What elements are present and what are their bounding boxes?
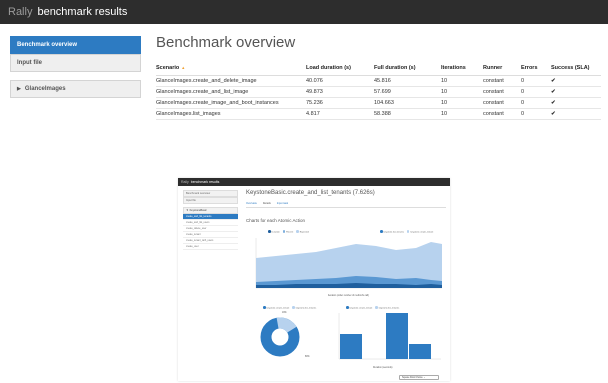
success-check-icon: ✔ [551, 86, 601, 98]
table-header-row: Scenario ▲ Load duration (s) Full duratio… [156, 61, 601, 76]
scenario-link[interactable]: GlanceImages.create_and_list_image [156, 86, 306, 98]
screenshot-tabs: Overview Details Input task [246, 202, 446, 208]
histogram-method-select: Square Root Choice ⌄ [399, 375, 439, 380]
iterations-cell: 10 [441, 75, 483, 87]
screenshot-brand: Rally [181, 180, 189, 184]
report-detail-screenshot: Rally benchmark results Benchmark overvi… [178, 178, 450, 381]
donut-legend: keystone.create_tenant keystone.list_ten… [263, 306, 316, 310]
success-check-icon: ✔ [551, 108, 601, 120]
column-header-load-duration[interactable]: Load duration (s) [306, 61, 374, 76]
runner-cell: constant [483, 75, 521, 87]
screenshot-scenario-title: KeystoneBasic.create_and_list_tenants (7… [246, 190, 375, 196]
iterations-cell: 10 [441, 97, 483, 109]
sidebar-group-label: GlanceImages [24, 86, 66, 92]
success-check-icon: ✔ [551, 75, 601, 87]
page-title: Benchmark overview [156, 34, 296, 51]
histogram-bar [386, 313, 408, 359]
sidebar-item-label: Benchmark overview [17, 42, 78, 48]
errors-cell: 0 [521, 86, 551, 98]
table-row[interactable]: GlanceImages.create_image_and_boot_insta… [156, 97, 601, 109]
duration-donut-chart [260, 317, 300, 357]
table-row[interactable]: GlanceImages.create_and_list_image 49.87… [156, 86, 601, 98]
screenshot-tab: Input task [276, 202, 288, 205]
screenshot-navbar: Rally benchmark results [178, 178, 450, 186]
table-row[interactable]: GlanceImages.create_and_delete_image 40.… [156, 75, 601, 87]
runner-cell: constant [483, 108, 521, 120]
runner-cell: constant [483, 97, 521, 109]
full-duration-cell: 57.699 [374, 86, 441, 98]
area-chart-legend-right: keystone.list_tenants keystone.create_te… [380, 230, 433, 234]
scenario-link[interactable]: GlanceImages.create_and_delete_image [156, 75, 306, 87]
runner-cell: constant [483, 86, 521, 98]
sidebar-item-input-file[interactable]: Input file [10, 54, 141, 72]
full-duration-cell: 104.663 [374, 97, 441, 109]
screenshot-sidebar-group: ▼ KeystoneBasic [183, 207, 238, 214]
main-content: Benchmark overview Scenario ▲ Load durati… [156, 34, 601, 120]
triangle-down-icon: ▼ [186, 209, 189, 212]
atomic-action-area-chart [255, 238, 442, 289]
column-header-errors[interactable]: Errors [521, 61, 551, 76]
screenshot-sidebar-subitem: create_user [183, 244, 238, 250]
sidebar-item-benchmark-overview[interactable]: Benchmark overview [10, 36, 141, 54]
errors-cell: 0 [521, 97, 551, 109]
screenshot-sidebar: Benchmark overview Input file ▼ KeystoneB… [183, 190, 238, 250]
column-header-success-sla[interactable]: Success (SLA) [551, 61, 601, 76]
screenshot-sidebar-item: Benchmark overview [183, 190, 238, 197]
area-chart-x-axis-label: Iteration (order number of method's call… [328, 295, 369, 297]
column-header-scenario[interactable]: Scenario ▲ [156, 61, 306, 76]
column-header-iterations[interactable]: Iterations [441, 61, 483, 76]
load-duration-cell: 49.873 [306, 86, 374, 98]
benchmark-table: Scenario ▲ Load duration (s) Full duratio… [156, 61, 601, 120]
errors-cell: 0 [521, 75, 551, 87]
load-duration-cell: 4.817 [306, 108, 374, 120]
table-row[interactable]: GlanceImages.list_images 4.817 58.388 10… [156, 108, 601, 120]
screenshot-tab: Details [262, 202, 271, 205]
histogram-bar [409, 344, 431, 359]
screenshot-section-title: Charts for each Atomic Action [246, 218, 306, 223]
load-duration-cell: 40.076 [306, 75, 374, 87]
errors-cell: 0 [521, 108, 551, 120]
screenshot-sidebar-item: Input file [183, 197, 238, 204]
top-navbar: Rally benchmark results [0, 0, 608, 24]
scenario-link[interactable]: GlanceImages.list_images [156, 108, 306, 120]
screenshot-app-title: benchmark results [190, 180, 220, 184]
iterations-cell: 10 [441, 86, 483, 98]
triangle-right-icon: ▶ [17, 86, 21, 92]
area-chart-legend-left: Duration Recent Expected [268, 230, 309, 234]
full-duration-cell: 45.816 [374, 75, 441, 87]
sidebar: Benchmark overview Input file ▶ GlanceIm… [10, 36, 141, 98]
iterations-cell: 10 [441, 108, 483, 120]
success-check-icon: ✔ [551, 97, 601, 109]
donut-label-big: 80% [305, 356, 310, 358]
brand-logo[interactable]: Rally [8, 6, 32, 18]
sidebar-item-label: Input file [17, 60, 42, 66]
column-header-runner[interactable]: Runner [483, 61, 521, 76]
column-header-full-duration[interactable]: Full duration (s) [374, 61, 441, 76]
sidebar-group-glanceimages[interactable]: ▶ GlanceImages [10, 80, 141, 98]
load-duration-cell: 75.236 [306, 97, 374, 109]
donut-label-small: 19% [282, 312, 287, 314]
histogram-x-axis-label: Duration (seconds) [373, 367, 393, 369]
full-duration-cell: 58.388 [374, 108, 441, 120]
scenario-link[interactable]: GlanceImages.create_image_and_boot_insta… [156, 97, 306, 109]
app-title: benchmark results [37, 6, 128, 18]
histogram-bar [340, 334, 362, 359]
screenshot-tab: Overview [246, 202, 257, 205]
sort-asc-icon: ▲ [181, 64, 186, 70]
duration-histogram-chart [338, 313, 441, 360]
